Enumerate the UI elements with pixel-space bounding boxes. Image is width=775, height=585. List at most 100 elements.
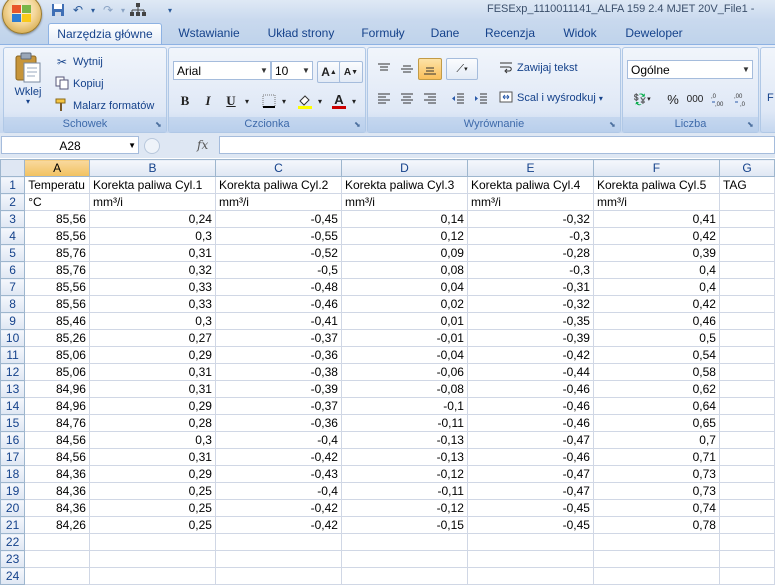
cell[interactable] — [718, 414, 775, 432]
cell[interactable] — [718, 312, 775, 330]
row-header[interactable]: 20 — [0, 499, 26, 517]
cell[interactable]: 0,4 — [592, 261, 720, 279]
row-header[interactable]: 15 — [0, 414, 26, 432]
row-header[interactable]: 9 — [0, 312, 26, 330]
undo-dropdown-icon[interactable]: ▾ — [90, 2, 96, 18]
cell[interactable] — [718, 550, 775, 568]
row-header[interactable]: 22 — [0, 533, 26, 551]
cell[interactable] — [718, 448, 775, 466]
cell[interactable] — [592, 567, 720, 585]
cell[interactable]: -0,13 — [340, 431, 468, 449]
cell[interactable] — [718, 244, 775, 262]
cell[interactable]: -0,47 — [466, 465, 594, 483]
cell[interactable]: 85,56 — [24, 295, 90, 313]
formula-circle-icon[interactable] — [144, 138, 160, 154]
tab-home[interactable]: Narzędzia główne — [48, 23, 162, 44]
number-format-combo[interactable]: Ogólne ▼ — [627, 60, 753, 79]
cell[interactable] — [214, 533, 342, 551]
cell[interactable]: -0,42 — [214, 516, 342, 534]
row-header[interactable]: 21 — [0, 516, 26, 534]
cell[interactable]: -0,36 — [214, 414, 342, 432]
column-header[interactable]: D — [340, 159, 468, 177]
cell[interactable]: -0,41 — [214, 312, 342, 330]
cell[interactable]: 0,73 — [592, 482, 720, 500]
cell[interactable] — [88, 533, 216, 551]
cell[interactable]: 0,25 — [88, 482, 216, 500]
cell[interactable]: 0,5 — [592, 329, 720, 347]
cell[interactable] — [340, 550, 468, 568]
cell[interactable]: -0,45 — [466, 499, 594, 517]
formula-input[interactable] — [219, 136, 775, 154]
cell[interactable]: °C — [24, 193, 90, 211]
tab-review[interactable]: Recenzja — [478, 23, 542, 43]
underline-button[interactable]: U — [219, 90, 243, 112]
cell[interactable] — [718, 499, 775, 517]
underline-dropdown-icon[interactable]: ▾ — [241, 90, 253, 112]
decrease-decimal-icon[interactable]: ,00,0 — [730, 88, 754, 110]
tab-page-layout[interactable]: Układ strony — [258, 23, 344, 43]
row-header[interactable]: 16 — [0, 431, 26, 449]
chevron-down-icon[interactable]: ▼ — [258, 62, 270, 79]
cell[interactable]: -0,04 — [340, 346, 468, 364]
bold-button[interactable]: B — [173, 90, 197, 112]
tab-view[interactable]: Widok — [552, 23, 608, 43]
cell[interactable]: 0,08 — [340, 261, 468, 279]
cell[interactable]: 0,31 — [88, 380, 216, 398]
cell[interactable]: -0,36 — [214, 346, 342, 364]
row-header[interactable]: 6 — [0, 261, 26, 279]
cell[interactable]: 85,56 — [24, 227, 90, 245]
cell[interactable]: 0,71 — [592, 448, 720, 466]
chevron-down-icon[interactable]: ▼ — [740, 61, 752, 78]
cell[interactable]: 0,27 — [88, 329, 216, 347]
cell[interactable]: 0,01 — [340, 312, 468, 330]
align-top-button[interactable] — [372, 58, 396, 80]
cell[interactable] — [466, 550, 594, 568]
row-header[interactable]: 7 — [0, 278, 26, 296]
select-all-corner[interactable] — [0, 159, 26, 177]
cell[interactable]: -0,32 — [466, 210, 594, 228]
cell[interactable]: 84,76 — [24, 414, 90, 432]
cell[interactable] — [718, 278, 775, 296]
align-bottom-button[interactable] — [418, 58, 442, 80]
cell[interactable]: -0,15 — [340, 516, 468, 534]
row-header[interactable]: 10 — [0, 329, 26, 347]
cell[interactable]: -0,08 — [340, 380, 468, 398]
cell[interactable] — [214, 567, 342, 585]
cell[interactable]: 84,96 — [24, 380, 90, 398]
cell[interactable]: 0,02 — [340, 295, 468, 313]
align-right-button[interactable] — [418, 88, 442, 110]
cell[interactable]: -0,06 — [340, 363, 468, 381]
cell[interactable]: mm³/i — [214, 193, 342, 211]
cell[interactable]: -0,46 — [466, 397, 594, 415]
column-header[interactable]: B — [88, 159, 216, 177]
cell[interactable]: 85,46 — [24, 312, 90, 330]
cell[interactable] — [24, 550, 90, 568]
wrap-text-button[interactable]: Zawijaj tekst — [498, 60, 578, 76]
cell[interactable]: 85,56 — [24, 278, 90, 296]
alignment-launcher-icon[interactable]: ⬊ — [609, 121, 617, 129]
cell[interactable]: -0,55 — [214, 227, 342, 245]
cell[interactable]: Korekta paliwa Cyl.5 — [592, 176, 720, 194]
cell[interactable]: 85,06 — [24, 363, 90, 381]
cell[interactable]: -0,39 — [466, 329, 594, 347]
row-header[interactable]: 12 — [0, 363, 26, 381]
tab-developer[interactable]: Deweloper — [618, 23, 690, 43]
cell[interactable]: 0,73 — [592, 465, 720, 483]
grow-font-button[interactable]: A ▲ — [317, 61, 341, 83]
cell[interactable]: 0,09 — [340, 244, 468, 262]
row-header[interactable]: 13 — [0, 380, 26, 398]
cell[interactable]: 0,25 — [88, 516, 216, 534]
italic-button[interactable]: I — [196, 90, 220, 112]
cell[interactable]: -0,3 — [466, 261, 594, 279]
row-header[interactable]: 5 — [0, 244, 26, 262]
cell[interactable]: Temperatu — [24, 176, 90, 194]
cell[interactable]: -0,1 — [340, 397, 468, 415]
percent-button[interactable]: % — [661, 88, 685, 110]
cell[interactable]: 0,74 — [592, 499, 720, 517]
cell[interactable]: 0,42 — [592, 227, 720, 245]
cell[interactable] — [718, 346, 775, 364]
cell[interactable]: 0,54 — [592, 346, 720, 364]
paste-button[interactable]: Wklej ▾ — [8, 52, 48, 106]
cell[interactable]: 0,65 — [592, 414, 720, 432]
cell[interactable]: 0,14 — [340, 210, 468, 228]
